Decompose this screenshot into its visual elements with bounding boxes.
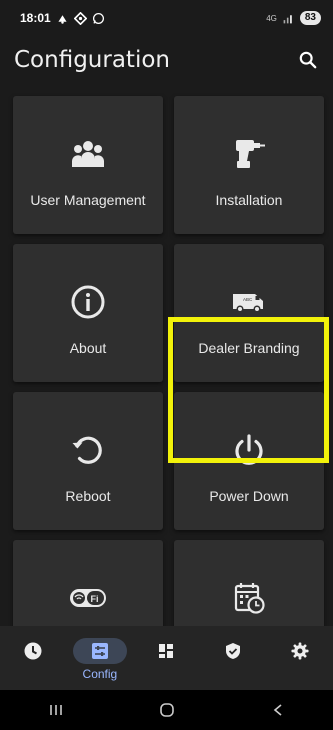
search-icon <box>299 51 317 69</box>
tile-label: Dealer Branding <box>198 340 300 356</box>
status-time: 18:01 <box>20 11 51 25</box>
tile-label: Reboot <box>65 488 111 504</box>
tile-reboot[interactable]: Reboot <box>13 392 163 530</box>
recents-button[interactable] <box>36 695 76 725</box>
power-icon <box>229 430 269 470</box>
nav-config[interactable]: Config <box>68 626 132 690</box>
status-left: 18:01 <box>20 11 105 25</box>
tile-wifi[interactable]: Fi <box>13 540 163 626</box>
nav-pill <box>273 638 327 664</box>
nav-pill <box>72 638 127 664</box>
recents-icon <box>49 705 62 715</box>
home-button[interactable] <box>147 695 187 725</box>
van-icon: ABC <box>229 282 269 322</box>
system-nav <box>0 690 333 730</box>
calendar-clock-icon <box>229 578 269 618</box>
reboot-icon <box>68 430 108 470</box>
tile-dealer-branding[interactable]: ABC Dealer Branding <box>174 244 324 382</box>
nav-settings[interactable] <box>268 626 332 690</box>
van-label: ABC <box>243 297 253 302</box>
wifi-label: Fi <box>91 594 99 604</box>
alarm-icon <box>58 14 67 24</box>
nav-pill <box>206 638 260 664</box>
back-icon <box>273 704 282 716</box>
tile-label: Power Down <box>209 488 289 504</box>
status-right: 4G 83 <box>266 11 321 25</box>
tile-about[interactable]: About <box>13 244 163 382</box>
tile-label: About <box>69 340 107 356</box>
whatsapp-icon <box>92 12 104 24</box>
status-bar: 18:01 4G 83 <box>0 0 333 36</box>
search-button[interactable] <box>295 47 321 73</box>
users-icon <box>68 134 108 174</box>
config-grid: User Management Installation About ABC D… <box>0 84 333 626</box>
nav-label: Config <box>82 667 118 681</box>
page-title: Configuration <box>14 47 170 73</box>
wifi-icon: Fi <box>68 578 108 618</box>
tile-power-down[interactable]: Power Down <box>174 392 324 530</box>
tile-label: Installation <box>215 192 283 208</box>
tile-schedule[interactable] <box>174 540 324 626</box>
bottom-nav: Config <box>0 626 333 690</box>
info-icon <box>68 282 108 322</box>
network-type: 4G <box>266 13 277 23</box>
signal-icon <box>283 14 292 23</box>
back-button[interactable] <box>258 695 298 725</box>
nav-pill <box>6 638 60 664</box>
nav-dashboard[interactable] <box>134 626 198 690</box>
gear-icon <box>291 642 309 660</box>
config-icon <box>91 643 108 659</box>
home-icon <box>159 703 174 717</box>
nav-history[interactable] <box>1 626 65 690</box>
dashboard-icon <box>159 644 174 658</box>
drill-icon <box>229 134 269 174</box>
battery-indicator: 83 <box>299 11 321 25</box>
app-header: Configuration <box>0 36 333 84</box>
tile-installation[interactable]: Installation <box>174 96 324 234</box>
tile-user-management[interactable]: User Management <box>13 96 163 234</box>
shield-icon <box>226 643 241 659</box>
nav-security[interactable] <box>201 626 265 690</box>
clock-icon <box>24 642 42 660</box>
location-icon <box>73 11 87 25</box>
nav-pill <box>139 638 193 664</box>
tile-label: User Management <box>30 192 146 208</box>
